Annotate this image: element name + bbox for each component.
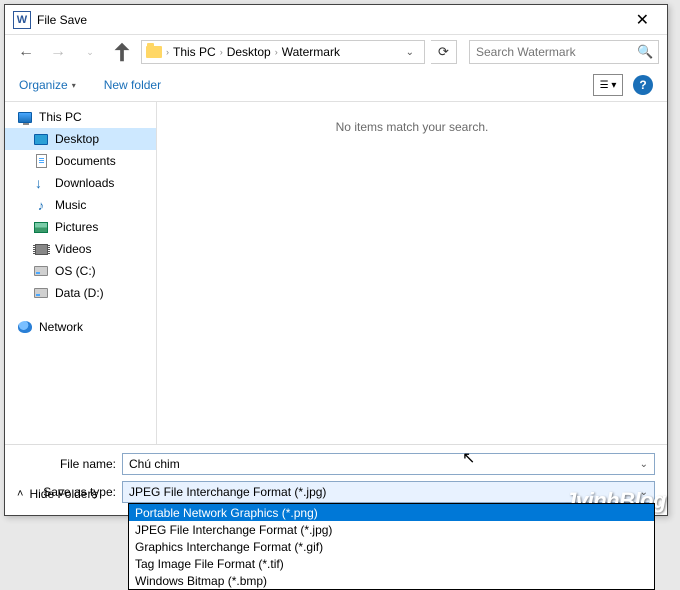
tree-label: Network (39, 320, 83, 334)
save-type-value: JPEG File Interchange Format (*.jpg) (129, 485, 326, 499)
folder-icon (146, 46, 162, 58)
new-folder-button[interactable]: New folder (104, 78, 161, 92)
chevron-right-icon: › (275, 47, 278, 57)
save-type-dropdown[interactable]: Portable Network Graphics (*.png) JPEG F… (128, 503, 655, 590)
new-folder-label: New folder (104, 78, 161, 92)
refresh-button[interactable]: ⟳ (431, 40, 457, 64)
save-fields-area: File name: Chú chim ⌄ Save as type: JPEG… (5, 444, 667, 515)
tree-item-desktop[interactable]: Desktop (5, 128, 156, 150)
tree-item-music[interactable]: ♪ Music (5, 194, 156, 216)
chevron-right-icon: › (220, 47, 223, 57)
tree-label: Pictures (55, 220, 98, 234)
organize-label: Organize (19, 78, 68, 92)
search-icon[interactable]: 🔍 (637, 44, 653, 60)
tree-item-data-d[interactable]: Data (D:) (5, 282, 156, 304)
tree-item-network[interactable]: Network (5, 316, 156, 338)
nav-bar: ← → ⌄ › This PC › Desktop › Watermark ⌄ … (5, 35, 667, 69)
tree-label: OS (C:) (55, 264, 96, 278)
view-options-button[interactable]: ☰ ▾ (593, 74, 623, 96)
music-icon: ♪ (33, 198, 49, 212)
file-name-input[interactable]: Chú chim ⌄ (122, 453, 655, 475)
desktop-icon (34, 134, 48, 145)
chevron-right-icon: › (166, 47, 169, 57)
tree-item-downloads[interactable]: Downloads (5, 172, 156, 194)
tree-label: Documents (55, 154, 116, 168)
tree-label: Desktop (55, 132, 99, 146)
close-button[interactable]: ✕ (626, 6, 659, 34)
breadcrumb-item[interactable]: Watermark (282, 45, 340, 59)
recent-dropdown[interactable]: ⌄ (77, 39, 103, 65)
downloads-icon (35, 177, 47, 189)
chevron-down-icon: ▾ (72, 81, 76, 90)
file-name-value: Chú chim (129, 457, 180, 471)
toolbar: Organize ▾ New folder ☰ ▾ ? (5, 69, 667, 101)
empty-message: No items match your search. (336, 120, 489, 134)
dropdown-option[interactable]: Portable Network Graphics (*.png) (129, 504, 654, 521)
dropdown-option[interactable]: Tag Image File Format (*.tif) (129, 555, 654, 572)
tree-item-pictures[interactable]: Pictures (5, 216, 156, 238)
breadcrumb-item[interactable]: This PC (173, 45, 216, 59)
chevron-up-icon: ˄ (17, 488, 23, 500)
breadcrumb-bar[interactable]: › This PC › Desktop › Watermark ⌄ (141, 40, 425, 64)
dropdown-option[interactable]: Graphics Interchange Format (*.gif) (129, 538, 654, 555)
word-app-icon: W (13, 11, 31, 29)
chevron-down-icon[interactable]: ⌄ (640, 487, 648, 498)
tree-label: Downloads (55, 176, 114, 190)
search-box[interactable]: 🔍 (469, 40, 659, 64)
search-input[interactable] (476, 45, 631, 59)
help-button[interactable]: ? (633, 75, 653, 95)
hide-folders-toggle[interactable]: ˄ Hide Folders (17, 487, 97, 501)
tree-label: Music (55, 198, 86, 212)
tree-label: Data (D:) (55, 286, 104, 300)
tree-label: Videos (55, 242, 91, 256)
tree-item-this-pc[interactable]: This PC (5, 106, 156, 128)
tree-item-videos[interactable]: Videos (5, 238, 156, 260)
drive-icon (34, 266, 48, 276)
tree-label: This PC (39, 110, 82, 124)
body-area: This PC Desktop Documents Downloads ♪ Mu… (5, 101, 667, 444)
videos-icon (35, 244, 48, 255)
dropdown-option[interactable]: Windows Bitmap (*.bmp) (129, 572, 654, 589)
pictures-icon (34, 222, 48, 233)
documents-icon (36, 154, 47, 168)
hide-folders-label: Hide Folders (29, 487, 97, 501)
window-title: File Save (37, 13, 626, 27)
tree-item-documents[interactable]: Documents (5, 150, 156, 172)
titlebar: W File Save ✕ (5, 5, 667, 35)
dropdown-option[interactable]: JPEG File Interchange Format (*.jpg) (129, 521, 654, 538)
organize-menu[interactable]: Organize ▾ (19, 78, 76, 92)
back-button[interactable]: ← (13, 39, 39, 65)
file-save-dialog: W File Save ✕ ← → ⌄ › This PC › Desktop … (4, 4, 668, 516)
chevron-down-icon[interactable]: ⌄ (640, 459, 648, 470)
network-icon (18, 321, 32, 333)
folder-tree[interactable]: This PC Desktop Documents Downloads ♪ Mu… (5, 102, 157, 444)
up-button[interactable] (109, 39, 135, 65)
file-list-area: No items match your search. (157, 102, 667, 444)
file-name-label: File name: (17, 457, 122, 471)
chevron-down-icon[interactable]: ⌄ (400, 47, 420, 58)
drive-icon (34, 288, 48, 298)
forward-button[interactable]: → (45, 39, 71, 65)
tree-item-os-c[interactable]: OS (C:) (5, 260, 156, 282)
tree-spacer (5, 304, 156, 316)
breadcrumb-item[interactable]: Desktop (227, 45, 271, 59)
save-type-select[interactable]: JPEG File Interchange Format (*.jpg) ⌄ (122, 481, 655, 503)
pc-icon (18, 112, 32, 123)
